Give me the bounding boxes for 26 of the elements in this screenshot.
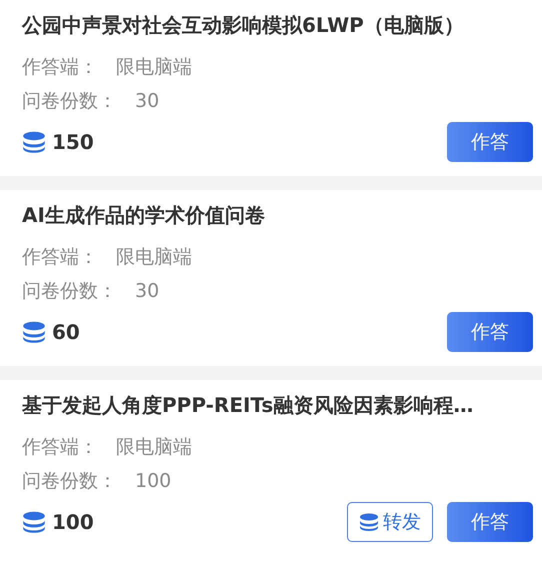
coins-icon [22,511,46,533]
coins-icon [22,131,46,153]
field-label: 问卷份数： [22,470,117,492]
coins-icon [22,321,46,343]
field-value: 30 [135,90,160,112]
field-value: 30 [135,280,160,302]
field-value: 限电脑端 [116,56,192,78]
field-value: 限电脑端 [116,246,192,268]
answer-button[interactable]: 作答 [447,312,533,352]
points-value: 150 [52,130,94,154]
answer-button[interactable]: 作答 [447,502,533,542]
field-label: 问卷份数： [22,280,117,302]
field-label: 作答端： [22,56,98,78]
answer-button[interactable]: 作答 [447,122,533,162]
survey-title: 公园中声景对社会互动影响模拟6LWP（电脑版） [22,12,465,39]
field-value: 限电脑端 [116,436,192,458]
field-value: 100 [135,470,172,492]
points-value: 100 [52,510,94,534]
points-value: 60 [52,320,80,344]
survey-title: AI生成作品的学术价值问卷 [22,202,266,229]
field-label: 作答端： [22,436,98,458]
field-label: 问卷份数： [22,90,117,112]
survey-title: 基于发起人角度PPP-REITs融资风险因素影响程… [22,392,474,419]
field-label: 作答端： [22,246,98,268]
coins-icon [359,513,379,531]
share-button[interactable]: 转发 [347,502,433,542]
